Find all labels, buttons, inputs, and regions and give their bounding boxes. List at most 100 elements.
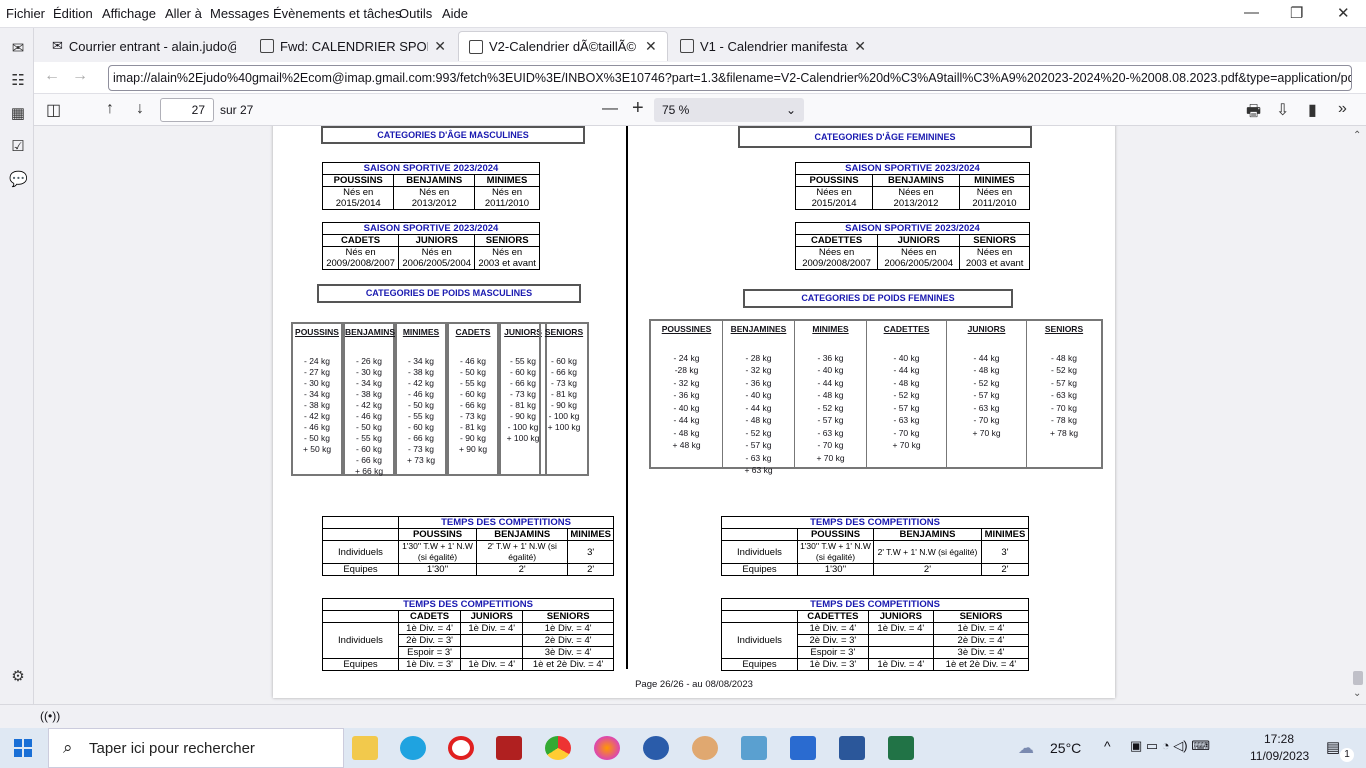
- edge-icon[interactable]: [400, 736, 426, 760]
- navigation-bar: ← → imap://alain%2Ejudo%40gmail%2Ecom@im…: [34, 62, 1366, 94]
- masc-weight-title: CATEGORIES DE POIDS MASCULINES: [317, 284, 581, 303]
- masc-weight-col-seniors: SENIORS - 60 kg - 66 kg - 73 kg - 81 kg - 90 …: [539, 322, 589, 476]
- menu-bar: Fichier Édition Affichage Aller à Messag…: [0, 0, 1366, 28]
- next-page-icon[interactable]: ↓: [136, 100, 144, 118]
- zoom-select[interactable]: 75 % ⌄: [654, 98, 804, 122]
- fem-time-table-2: TEMPS DES COMPETITIONS CADETTES JUNIORS SE…: [721, 598, 1030, 671]
- tasks-icon[interactable]: ☑: [9, 138, 27, 156]
- previous-page-icon[interactable]: ↑: [106, 100, 114, 118]
- fem-weight-col-benjamines: BENJAMINES - 28 kg - 32 kg - 36 kg - 40 kg - …: [723, 321, 795, 475]
- menu-aller[interactable]: Aller à: [165, 6, 202, 21]
- maximize-button[interactable]: ❐: [1290, 4, 1303, 22]
- tab-v1-calendrier[interactable]: V1 - Calendrier manifestatio ✕: [670, 31, 876, 61]
- excel-icon[interactable]: [888, 736, 914, 760]
- mail-icon: ✉: [52, 38, 63, 53]
- word-doc-icon[interactable]: [790, 736, 816, 760]
- fem-age-table-2: SAISON SPORTIVE 2023/2024 CADETTES JUNIOR…: [794, 222, 1030, 270]
- taskbar-search-input[interactable]: ⌕ Taper ici pour rechercher: [48, 728, 344, 768]
- close-tab-icon[interactable]: ✕: [434, 38, 446, 55]
- sidebar-toggle-icon[interactable]: ◫: [46, 100, 61, 120]
- mail-icon[interactable]: ✉: [9, 40, 27, 58]
- fem-weight-col-cadettes: CADETTES - 40 kg - 44 kg - 48 kg - 52 kg - 57…: [867, 321, 947, 469]
- close-tab-icon[interactable]: ✕: [854, 38, 866, 55]
- menu-fichier[interactable]: Fichier: [6, 6, 45, 21]
- masc-age-title: CATEGORIES D'ÂGE MASCULINES: [321, 126, 585, 144]
- settings-icon[interactable]: ⚙: [9, 668, 27, 686]
- pdf-viewer[interactable]: CATEGORIES D'ÂGE MASCULINES CATEGORIES D…: [34, 126, 1366, 704]
- fem-weight-col-poussines: POUSSINES - 24 kg -28 kg - 32 kg - 36 kg - 40…: [651, 321, 723, 469]
- tray-icons[interactable]: ▣ ▭ ◔ ◁) ⌨: [1130, 738, 1210, 754]
- tab-fwd[interactable]: Fwd: CALENDRIER SPORTIF S ✕: [250, 31, 456, 61]
- back-button[interactable]: ←: [44, 67, 60, 85]
- fem-weight-title: CATEGORIES DE POIDS FEMNINES: [743, 289, 1013, 308]
- weather-icon: ☁: [1018, 740, 1034, 757]
- page-footer: Page 26/26 - au 08/08/2023: [635, 679, 753, 690]
- app-icon[interactable]: [496, 736, 522, 760]
- calendar-icon[interactable]: ▦: [9, 105, 27, 123]
- taskbar: ⌕ Taper ici pour rechercher ☁ 25°C ^ ▣ ▭…: [0, 728, 1366, 768]
- pdf-page: CATEGORIES D'ÂGE MASCULINES CATEGORIES D…: [273, 126, 1115, 698]
- fem-weight-col-juniors: JUNIORS - 44 kg - 48 kg - 52 kg - 57 kg - 63 …: [947, 321, 1027, 469]
- online-status-icon[interactable]: ((•)): [40, 709, 60, 723]
- tab-v2-calendrier[interactable]: V2-Calendrier dÃ©taillÃ© 2 ✕: [458, 31, 668, 61]
- clock-date[interactable]: 11/09/2023: [1250, 749, 1309, 763]
- clock-time[interactable]: 17:28: [1264, 732, 1294, 746]
- fem-age-table-1: SAISON SPORTIVE 2023/2024 POUSSINS BENJAM…: [794, 162, 1031, 210]
- zoom-in-button[interactable]: +: [632, 97, 644, 120]
- menu-aide[interactable]: Aide: [442, 6, 468, 21]
- file-explorer-icon[interactable]: [352, 736, 378, 760]
- menu-outils[interactable]: Outils: [399, 6, 432, 21]
- fem-time-table-1: TEMPS DES COMPETITIONS POUSSINS BENJAMINS…: [721, 516, 1030, 576]
- spaces-toolbar: ✉ ☷ ▦ ☑ 💬 ⚙ ⇤: [0, 28, 34, 728]
- close-window-button[interactable]: ✕: [1337, 4, 1350, 22]
- menu-messages[interactable]: Messages: [210, 6, 269, 21]
- word-icon[interactable]: [839, 736, 865, 760]
- menu-affichage[interactable]: Affichage: [102, 6, 156, 21]
- app2-icon[interactable]: [741, 736, 767, 760]
- minimize-button[interactable]: —: [1244, 4, 1259, 21]
- opera-icon[interactable]: [448, 736, 474, 760]
- masc-weight-col-poussins: POUSSINS - 24 kg - 27 kg - 30 kg - 34 kg - 38…: [291, 322, 343, 476]
- masc-time-table-2: TEMPS DES COMPETITIONS CADETS JUNIORS SENI…: [322, 598, 614, 671]
- fem-weight-table: POUSSINES - 24 kg -28 kg - 32 kg - 36 kg - 40…: [649, 319, 1103, 475]
- firefox-icon[interactable]: [594, 736, 620, 760]
- close-tab-icon[interactable]: ✕: [645, 38, 657, 55]
- tab-inbox[interactable]: ✉ Courrier entrant - alain.judo@gm: [42, 31, 246, 61]
- address-book-icon[interactable]: ☷: [9, 72, 27, 90]
- more-tools-icon[interactable]: »: [1338, 100, 1347, 118]
- fem-weight-col-minimes: MINIMES - 36 kg - 40 kg - 44 kg - 48 kg - 52 …: [795, 321, 867, 469]
- search-icon: ⌕: [63, 738, 73, 757]
- bookmark-icon[interactable]: ▮: [1308, 100, 1317, 120]
- chrome-icon[interactable]: [545, 736, 571, 760]
- windows-start-icon[interactable]: [14, 739, 32, 757]
- notification-count: 1: [1340, 748, 1354, 762]
- message-icon: [260, 39, 274, 53]
- menu-evenements[interactable]: Évènements et tâches: [273, 6, 402, 21]
- thunderbird-icon[interactable]: [643, 736, 669, 760]
- chat-icon[interactable]: 💬: [9, 171, 28, 189]
- fem-weight-col-seniors: SENIORS - 48 kg - 52 kg - 57 kg - 63 kg - 70 …: [1044, 324, 1084, 438]
- page-number-input[interactable]: 27: [160, 98, 214, 122]
- fem-age-title: CATEGORIES D'ÂGE FEMININES: [738, 126, 1032, 148]
- save-icon[interactable]: ⇩: [1276, 100, 1289, 120]
- page-count-label: sur 27: [220, 103, 254, 117]
- masc-age-table-2: SAISON SPORTIVE 2023/2024 CADETS JUNIORS S…: [321, 222, 540, 270]
- scrollbar[interactable]: ⌃ ⌄: [1350, 126, 1366, 704]
- forward-button[interactable]: →: [72, 67, 88, 85]
- tab-bar: ✉ Courrier entrant - alain.judo@gm Fwd: …: [34, 28, 1366, 62]
- url-bar[interactable]: imap://alain%2Ejudo%40gmail%2Ecom@imap.g…: [108, 65, 1352, 91]
- masc-weight-col-benjamins: BENJAMINS - 26 kg - 30 kg - 34 kg - 38 kg - 4…: [343, 322, 395, 476]
- masc-age-table-1: SAISON SPORTIVE 2023/2024 POUSSINS BENJAM…: [321, 162, 541, 210]
- masc-weight-col-minimes: MINIMES - 34 kg - 38 kg - 42 kg - 46 kg - 50 …: [395, 322, 447, 476]
- page-divider: [626, 126, 628, 669]
- weather-temp[interactable]: 25°C: [1050, 740, 1081, 756]
- print-icon[interactable]: 🖶: [1246, 100, 1261, 127]
- pdf-toolbar: ◫ ↑ ↓ 27 sur 27 — + 75 % ⌄ 🖶 ⇩ ▮ »: [34, 94, 1366, 126]
- menu-edition[interactable]: Édition: [53, 6, 93, 21]
- tray-chevron-icon[interactable]: ^: [1104, 738, 1111, 754]
- status-bar: ((•)): [0, 704, 1366, 728]
- zoom-out-button[interactable]: —: [602, 100, 618, 118]
- chevron-down-icon: ⌄: [785, 103, 796, 117]
- paint-icon[interactable]: [692, 736, 718, 760]
- notifications-icon[interactable]: ▤: [1326, 738, 1340, 756]
